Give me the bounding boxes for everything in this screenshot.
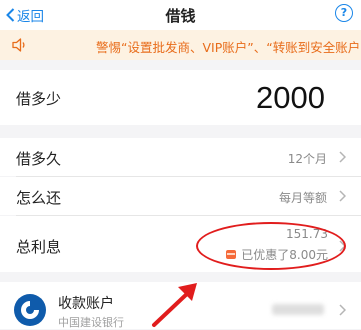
amount-row[interactable]: 借多少 2000	[0, 70, 361, 125]
term-row[interactable]: 借多久 12个月	[0, 138, 361, 176]
page-title: 借钱	[165, 7, 196, 25]
help-icon[interactable]: ?	[335, 4, 353, 22]
chevron-right-icon	[339, 151, 346, 163]
term-label: 借多久	[16, 150, 62, 168]
masked-account-number	[272, 304, 324, 315]
speaker-icon	[12, 38, 25, 52]
repayment-row[interactable]: 怎么还 每月等额	[0, 177, 361, 215]
highlight-ellipse-annotation	[196, 222, 346, 270]
term-value: 12个月	[287, 152, 327, 166]
warning-text: 警惕“设置批发商、VIP账户”、“转账到安全账户”	[96, 40, 361, 55]
nav-bar: 返回 借钱 ?	[0, 0, 361, 30]
amount-value[interactable]: 2000	[256, 80, 325, 116]
chevron-right-icon	[339, 190, 346, 202]
bank-name: 中国建设银行	[58, 316, 124, 329]
interest-label: 总利息	[16, 238, 62, 256]
account-title: 收款账户	[58, 296, 114, 312]
ccb-bank-logo-icon	[14, 294, 46, 326]
repayment-value: 每月等额	[278, 191, 327, 205]
amount-label: 借多少	[16, 90, 62, 108]
warning-banner[interactable]: 警惕“设置批发商、VIP账户”、“转账到安全账户”	[0, 30, 361, 60]
chevron-right-icon	[339, 304, 346, 316]
repayment-label: 怎么还	[16, 189, 62, 207]
red-arrow-annotation	[152, 283, 197, 327]
